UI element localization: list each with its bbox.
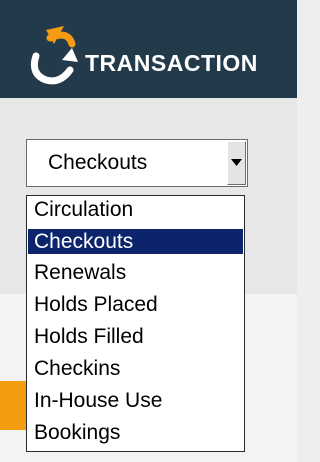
page-title: TRANSACTION <box>85 50 258 76</box>
option-checkins[interactable]: Checkins <box>28 356 243 381</box>
option-renewals[interactable]: Renewals <box>28 260 243 285</box>
option-holds-filled[interactable]: Holds Filled <box>28 324 243 349</box>
option-in-house-use[interactable]: In-House Use <box>28 388 243 413</box>
select-current-value: Checkouts <box>48 151 148 174</box>
option-checkouts[interactable]: Checkouts <box>28 229 243 254</box>
transaction-logo-icon <box>30 26 78 85</box>
dropdown-list: Circulation Checkouts Renewals Holds Pla… <box>26 195 245 452</box>
option-circulation[interactable]: Circulation <box>28 197 243 222</box>
select-dropdown-button[interactable] <box>227 141 246 185</box>
option-bookings[interactable]: Bookings <box>28 420 243 445</box>
transaction-type-select[interactable]: Checkouts <box>26 139 248 187</box>
app-header: TRANSACTION <box>0 0 297 98</box>
option-holds-placed[interactable]: Holds Placed <box>28 292 243 317</box>
triangle-down-icon <box>231 159 242 166</box>
